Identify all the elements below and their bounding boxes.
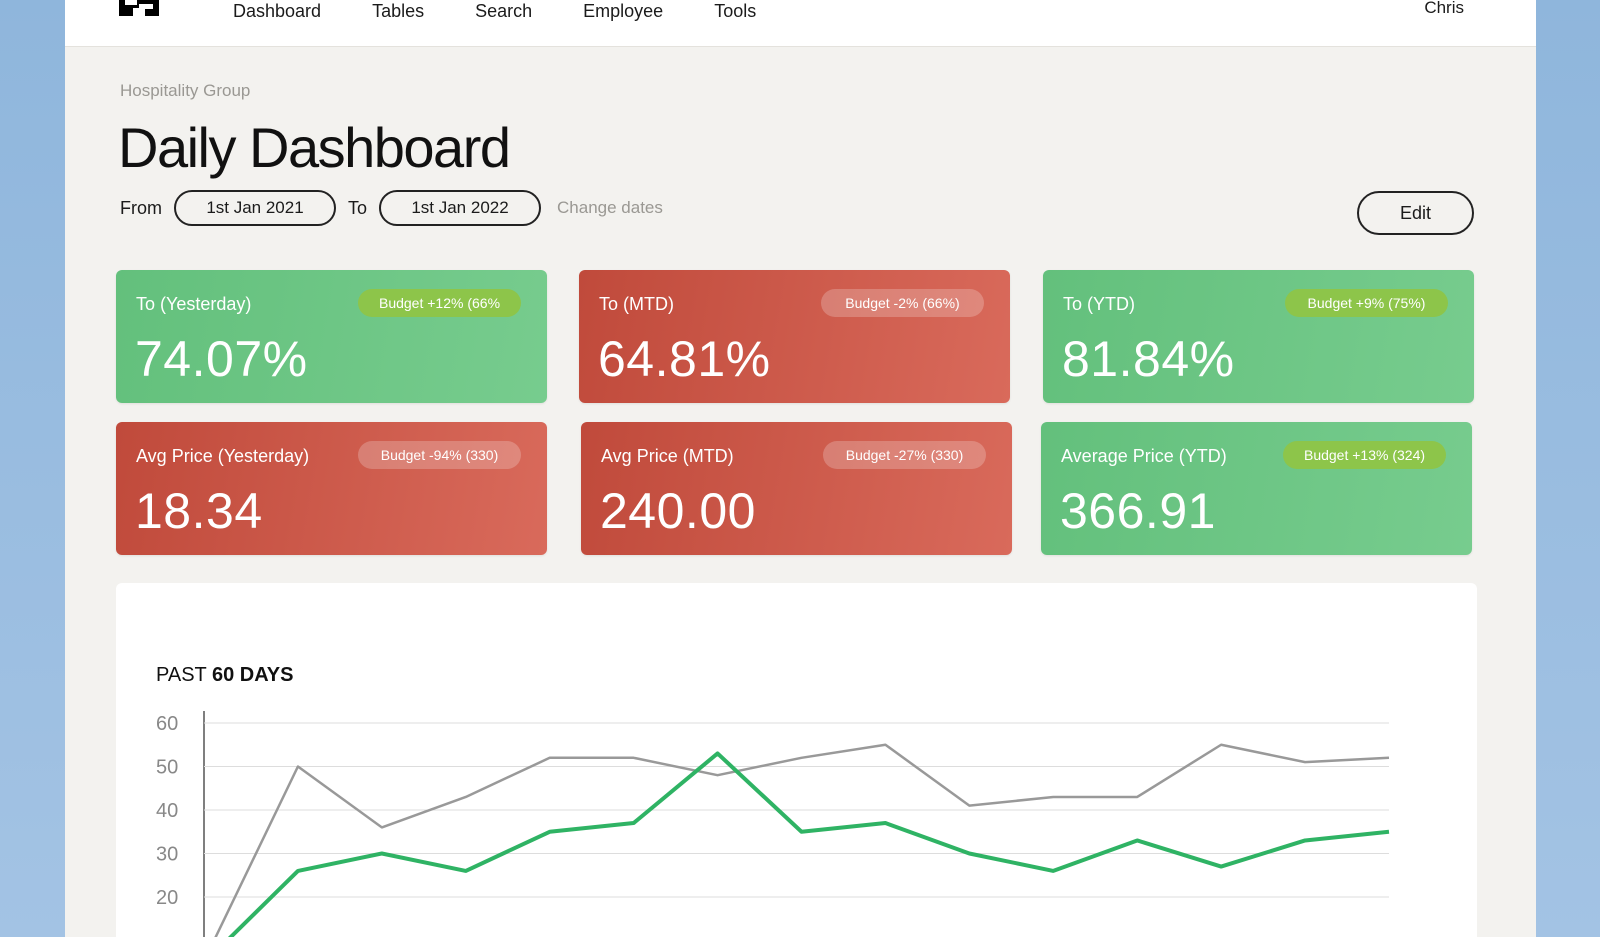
main-nav: Dashboard Tables Search Employee Tools <box>233 0 807 24</box>
y-tick-label: 20 <box>156 887 178 909</box>
nav-employee[interactable]: Employee <box>583 0 663 24</box>
brand-logo-icon[interactable] <box>119 0 161 24</box>
nav-dashboard[interactable]: Dashboard <box>233 0 321 24</box>
kpi-value: 64.81% <box>598 331 771 387</box>
kpi-value: 81.84% <box>1062 331 1235 387</box>
budget-badge: Budget -27% (330) <box>823 441 986 469</box>
page-title: Daily Dashboard <box>118 116 511 179</box>
budget-badge: Budget -94% (330) <box>358 441 521 469</box>
user-menu[interactable]: Chris <box>1424 0 1464 18</box>
kpi-value: 240.00 <box>600 483 756 539</box>
y-tick-label: 40 <box>156 800 178 822</box>
kpi-card-avg-price-mtd[interactable]: Avg Price (MTD) Budget -27% (330) 240.00 <box>581 422 1012 555</box>
kpi-card-to-yesterday[interactable]: To (Yesterday) Budget +12% (66% 74.07% <box>116 270 547 403</box>
series-line-2 <box>227 751 1390 937</box>
budget-badge: Budget -2% (66%) <box>821 289 984 317</box>
chart-panel: PAST 60 DAYS 60 50 40 30 20 <box>116 583 1477 937</box>
kpi-card-average-price-ytd[interactable]: Average Price (YTD) Budget +13% (324) 36… <box>1041 422 1472 555</box>
from-date-field[interactable]: 1st Jan 2021 <box>174 190 336 226</box>
top-navigation-bar: Dashboard Tables Search Employee Tools C… <box>65 0 1536 47</box>
budget-badge: Budget +9% (75%) <box>1285 289 1448 317</box>
kpi-label: To (MTD) <box>599 294 674 314</box>
date-range-selector: From 1st Jan 2021 To 1st Jan 2022 Change… <box>120 188 663 228</box>
change-dates-link[interactable]: Change dates <box>557 198 663 218</box>
edit-button[interactable]: Edit <box>1357 191 1474 235</box>
kpi-card-to-mtd[interactable]: To (MTD) Budget -2% (66%) 64.81% <box>579 270 1010 403</box>
to-date-field[interactable]: 1st Jan 2022 <box>379 190 542 226</box>
nav-tables[interactable]: Tables <box>372 0 424 24</box>
y-tick-label: 30 <box>156 844 178 866</box>
breadcrumb: Hospitality Group <box>120 81 251 100</box>
kpi-label: To (Yesterday) <box>136 294 252 314</box>
kpi-label: Avg Price (Yesterday) <box>136 446 310 466</box>
budget-badge: Budget +13% (324) <box>1283 441 1446 469</box>
budget-badge: Budget +12% (66% <box>358 289 521 317</box>
kpi-value: 74.07% <box>135 331 308 387</box>
y-tick-label: 50 <box>156 757 178 779</box>
kpi-label: To (YTD) <box>1063 294 1135 314</box>
kpi-card-avg-price-yesterday[interactable]: Avg Price (Yesterday) Budget -94% (330) … <box>116 422 547 555</box>
nav-tools[interactable]: Tools <box>714 0 756 24</box>
from-label: From <box>120 197 162 218</box>
y-tick-label: 60 <box>156 713 178 735</box>
kpi-label: Avg Price (MTD) <box>601 446 734 466</box>
kpi-value: 366.91 <box>1060 483 1216 539</box>
series-line-1 <box>214 743 1390 937</box>
kpi-value: 18.34 <box>135 483 263 539</box>
to-label: To <box>348 197 368 218</box>
line-chart: 60 50 40 30 20 <box>156 711 1390 937</box>
nav-search[interactable]: Search <box>475 0 532 24</box>
app-window: Dashboard Tables Search Employee Tools C… <box>65 0 1536 937</box>
kpi-label: Average Price (YTD) <box>1061 446 1227 466</box>
kpi-card-to-ytd[interactable]: To (YTD) Budget +9% (75%) 81.84% <box>1043 270 1474 403</box>
